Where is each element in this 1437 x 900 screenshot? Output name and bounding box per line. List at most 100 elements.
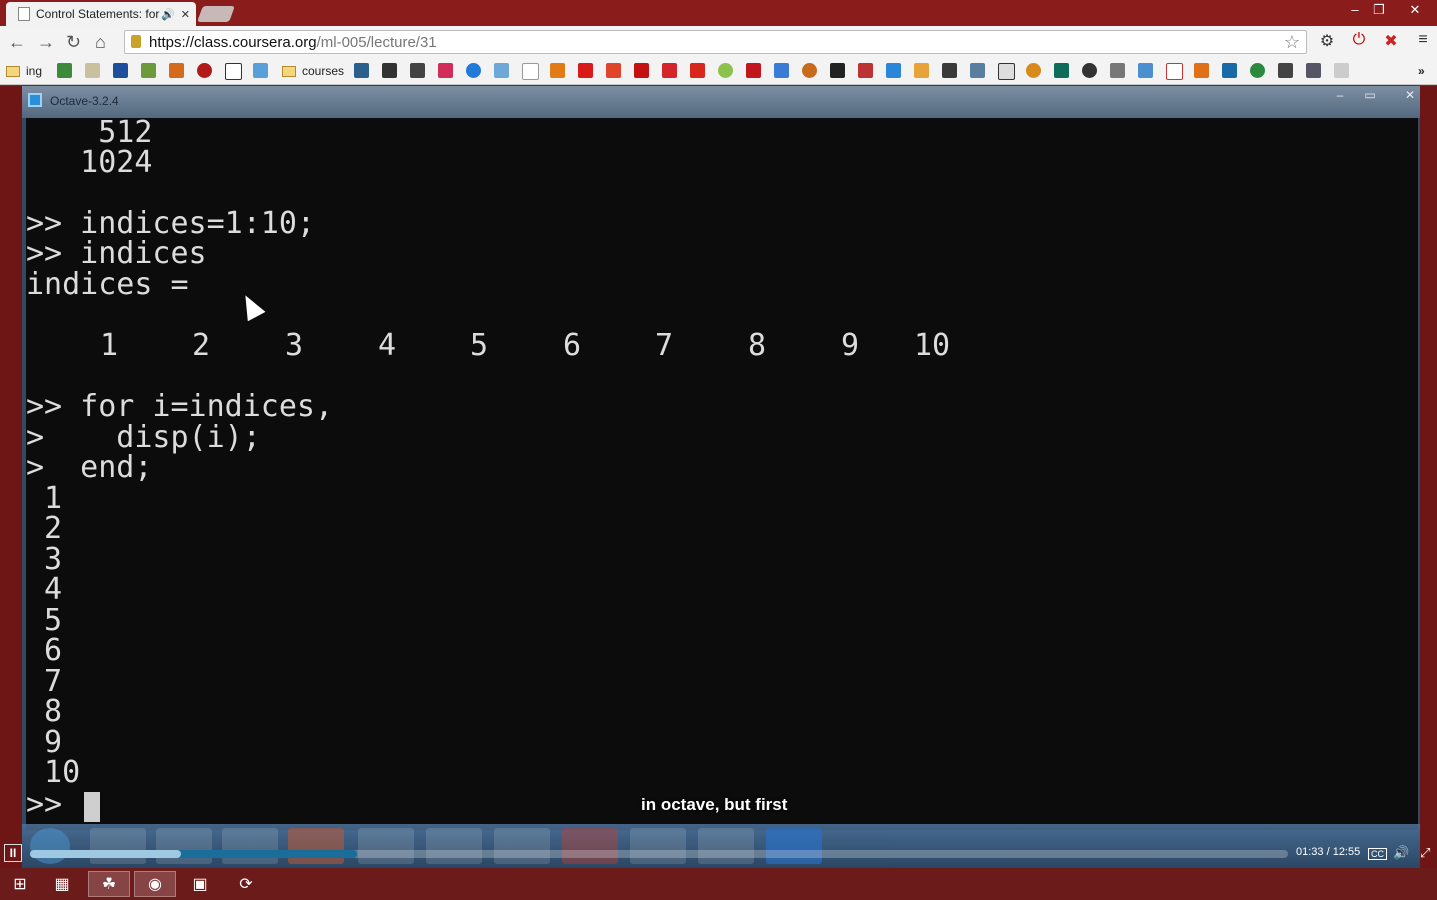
app-icon[interactable]: ▣ xyxy=(180,871,220,897)
console-line: >> indices xyxy=(26,236,207,271)
bookmark-icon[interactable] xyxy=(1082,63,1097,78)
video-player[interactable]: Octave-3.2.4 – ▭ ✕ 512 1024 >> indices=1… xyxy=(0,86,1437,868)
bookmark-icon[interactable] xyxy=(746,63,761,78)
bookmark-icon[interactable] xyxy=(438,63,453,78)
bookmark-icon[interactable] xyxy=(410,63,425,78)
bookmark-icon[interactable] xyxy=(113,63,128,78)
bookmark-icon[interactable] xyxy=(914,63,929,78)
console-line: 10 xyxy=(26,755,81,790)
console-prompt: >> xyxy=(26,787,63,822)
tab-title: Control Statements: for xyxy=(36,7,160,21)
close-window-icon[interactable]: ✕ xyxy=(1400,2,1430,18)
bookmark-icon[interactable] xyxy=(1166,63,1183,80)
time-display: 01:33 / 12:55 xyxy=(1296,846,1361,858)
console-line: 512 xyxy=(26,118,153,150)
extension-icon[interactable]: ✖ xyxy=(1381,31,1401,51)
bookmark-icon[interactable] xyxy=(970,63,985,78)
home-icon[interactable]: ⌂ xyxy=(95,32,106,53)
bookmark-icon[interactable] xyxy=(225,63,242,80)
pause-button[interactable]: II xyxy=(4,844,22,862)
bookmark-icon[interactable] xyxy=(550,63,565,78)
bookmark-icon[interactable] xyxy=(1138,63,1153,78)
start-icon[interactable]: ⊞ xyxy=(0,871,40,897)
menu-icon[interactable]: ≡ xyxy=(1413,31,1433,51)
bookmark-folder-courses[interactable]: courses xyxy=(282,63,344,79)
octave-console: 512 1024 >> indices=1:10; >> indices ind… xyxy=(26,118,1418,830)
page-icon xyxy=(18,7,30,21)
bookmark-icon[interactable] xyxy=(522,63,539,80)
indices-output-row: 1 2 3 4 5 6 7 8 9 10 xyxy=(26,328,986,363)
app-clover-icon[interactable]: ☘ xyxy=(88,871,130,897)
bookmark-icon[interactable] xyxy=(1194,63,1209,78)
bookmark-icon[interactable] xyxy=(858,63,873,78)
fullscreen-icon[interactable]: ⤢ xyxy=(1420,845,1430,861)
bookmark-icon[interactable] xyxy=(1110,63,1125,78)
close-tab-icon[interactable]: ✕ xyxy=(181,8,190,21)
bookmark-icon[interactable] xyxy=(1334,63,1349,78)
console-line: > end; xyxy=(26,450,153,485)
console-line: 4 xyxy=(26,572,63,607)
sync-icon[interactable]: ⟳ xyxy=(226,871,266,897)
bookmark-icon[interactable] xyxy=(662,63,677,78)
url-text: https://class.coursera.org/ml-005/lectur… xyxy=(149,34,437,51)
settings-gear-icon[interactable]: ⚙ xyxy=(1317,31,1337,51)
bookmark-icon[interactable] xyxy=(354,63,369,78)
bookmark-icon[interactable] xyxy=(141,63,156,78)
indices-value: 5 xyxy=(470,328,489,363)
tab-active[interactable]: Control Statements: for 🔊 ✕ xyxy=(6,2,196,26)
tab-strip: Control Statements: for 🔊 ✕ – ❐ ✕ xyxy=(0,0,1437,26)
bookmark-icon[interactable] xyxy=(578,63,593,78)
video-controls: II 01:33 / 12:55 CC 🔊 ⤢ xyxy=(0,843,1437,865)
console-line: indices = xyxy=(26,267,189,302)
calculator-icon[interactable]: ▦ xyxy=(42,871,82,897)
bookmark-icon[interactable] xyxy=(634,63,649,78)
bookmark-folder-ing[interactable]: ing xyxy=(6,63,42,79)
bookmarks-overflow-icon[interactable]: » xyxy=(1418,63,1425,79)
address-bar[interactable]: https://class.coursera.org/ml-005/lectur… xyxy=(124,30,1307,54)
bookmark-icon[interactable] xyxy=(1278,63,1293,78)
reload-icon[interactable]: ↻ xyxy=(66,32,81,53)
mouse-pointer-icon xyxy=(236,290,266,322)
bookmark-icon[interactable] xyxy=(57,63,72,78)
bookmark-icon[interactable] xyxy=(1054,63,1069,78)
indices-value: 2 xyxy=(192,328,211,363)
captions-button[interactable]: CC xyxy=(1368,848,1387,860)
bookmark-icon[interactable] xyxy=(718,63,733,78)
bookmark-icon[interactable] xyxy=(802,63,817,78)
new-tab-button[interactable] xyxy=(197,6,235,22)
bookmark-star-icon[interactable]: ☆ xyxy=(1284,32,1300,53)
console-line: 1 xyxy=(26,481,63,516)
extension-icon[interactable]: ⏻ xyxy=(1349,31,1369,51)
bookmark-icon[interactable] xyxy=(998,63,1015,80)
octave-close-icon: ✕ xyxy=(1404,88,1416,102)
bookmark-icon[interactable] xyxy=(606,63,621,78)
bookmark-icon[interactable] xyxy=(466,63,481,78)
bookmark-icon[interactable] xyxy=(1026,63,1041,78)
forward-icon[interactable]: → xyxy=(37,32,55,53)
folder-icon xyxy=(6,65,20,77)
bookmark-icon[interactable] xyxy=(690,63,705,78)
bookmark-icon[interactable] xyxy=(942,63,957,78)
bookmark-icon[interactable] xyxy=(886,63,901,78)
restore-icon[interactable]: ❐ xyxy=(1364,2,1394,18)
octave-icon xyxy=(28,93,42,107)
indices-value: 4 xyxy=(378,328,397,363)
folder-icon xyxy=(282,65,296,77)
bookmark-icon[interactable] xyxy=(253,63,268,78)
bookmark-icon[interactable] xyxy=(1306,63,1321,78)
volume-icon[interactable]: 🔊 xyxy=(1393,845,1409,861)
bookmark-icon[interactable] xyxy=(774,63,789,78)
bookmark-icon[interactable] xyxy=(197,63,212,78)
progress-bar[interactable] xyxy=(30,850,1288,858)
bookmark-icon[interactable] xyxy=(382,63,397,78)
bookmarks-bar: ing courses » xyxy=(0,58,1437,85)
bookmark-icon[interactable] xyxy=(169,63,184,78)
chrome-icon[interactable]: ◉ xyxy=(134,871,176,897)
bookmark-icon[interactable] xyxy=(494,63,509,78)
bookmark-icon[interactable] xyxy=(830,63,845,78)
bookmark-icon[interactable] xyxy=(1250,63,1265,78)
bookmark-icon[interactable] xyxy=(85,63,100,78)
back-icon[interactable]: ← xyxy=(8,32,26,53)
bookmark-icon[interactable] xyxy=(1222,63,1237,78)
indices-value: 9 xyxy=(841,328,860,363)
